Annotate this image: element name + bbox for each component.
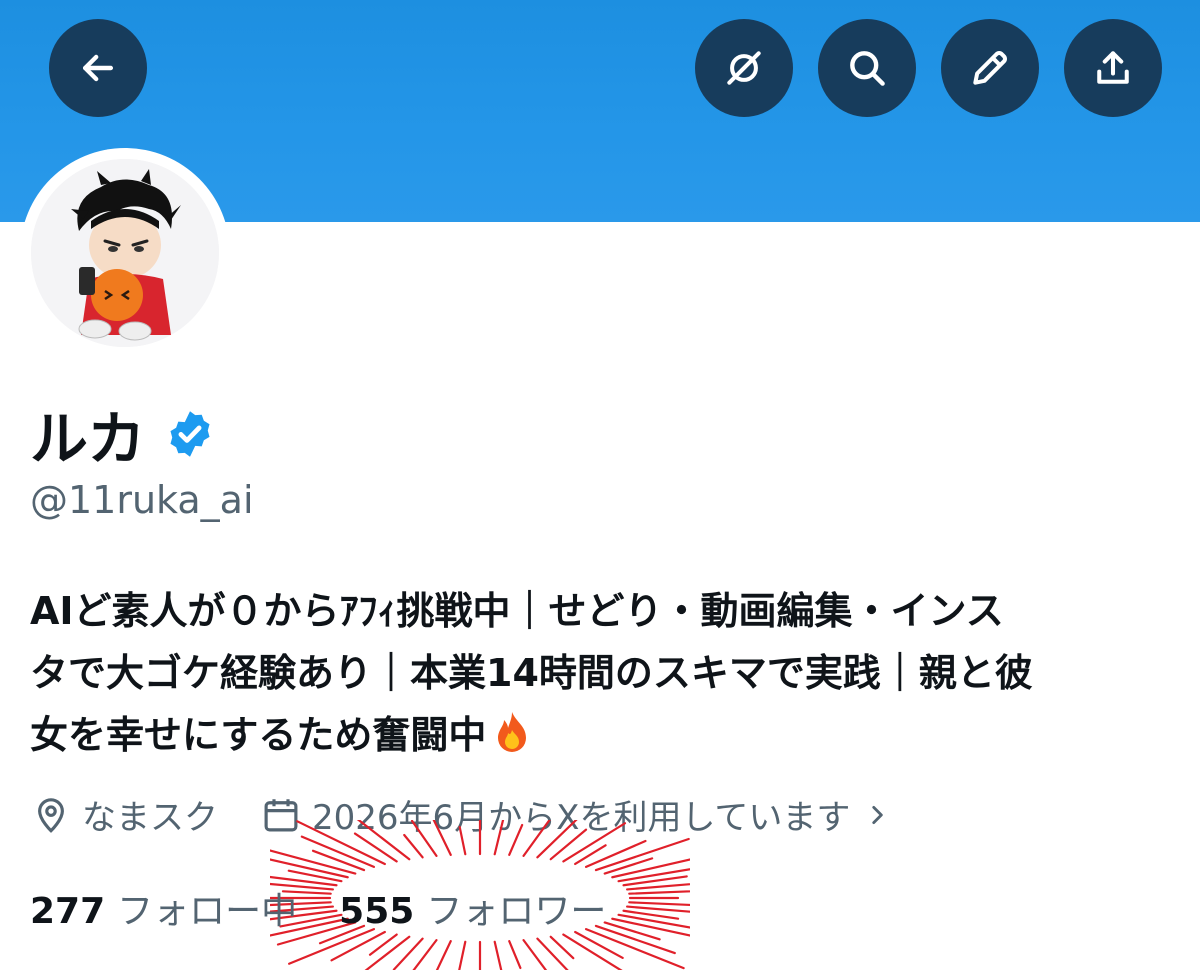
search-button[interactable]: [818, 19, 916, 117]
bio-line-text: 女を幸せにするため奮闘中: [30, 713, 487, 757]
burst-line: [622, 909, 680, 920]
burst-line: [300, 835, 376, 868]
burst-line: [458, 940, 467, 970]
profile-handle: @11ruka_ai: [30, 478, 254, 522]
grok-icon: [727, 51, 761, 85]
grok-button[interactable]: [695, 19, 793, 117]
joined-text: 2026年6月からXを利用しています: [312, 798, 851, 838]
burst-line: [584, 839, 647, 868]
bio-line: AIど素人が０からｱﾌｨ挑戦中｜せどり・動画編集・インス: [30, 589, 1004, 633]
burst-line: [287, 869, 343, 883]
burst-line: [270, 858, 349, 879]
followers-count: 555: [339, 891, 415, 932]
burst-line: [584, 928, 685, 970]
burst-line: [594, 837, 690, 872]
burst-line: [611, 858, 690, 879]
burst-line: [617, 913, 690, 929]
profile-bio: AIど素人が０からｱﾌｨ挑戦中｜せどり・動画編集・インス タで大ゴケ経験あり｜本…: [30, 580, 1180, 766]
profile-name-row: ルカ: [30, 392, 216, 476]
edit-button[interactable]: [941, 19, 1039, 117]
burst-line: [364, 935, 411, 970]
pencil-icon: [973, 51, 1007, 85]
following-link[interactable]: 277 フォロー中: [30, 882, 297, 934]
chevron-right-icon: [872, 805, 884, 824]
followers-link[interactable]: 555 フォロワー: [339, 882, 606, 934]
burst-line: [368, 933, 398, 956]
burst-line: [626, 905, 690, 913]
back-button[interactable]: [49, 19, 147, 117]
bio-line: タで大ゴケ経験あり｜本業14時間のスキマで実践｜親と彼: [30, 651, 1033, 695]
burst-line: [574, 844, 607, 866]
profile-meta: なまスク 2026年6月からXを利用しています: [30, 790, 900, 839]
burst-line: [536, 937, 569, 970]
burst-line: [392, 937, 424, 970]
burst-line: [330, 930, 386, 962]
location: なまスク: [30, 790, 218, 839]
burst-line: [549, 935, 575, 960]
share-icon: [1097, 51, 1129, 84]
following-label: フォロー中: [117, 891, 298, 932]
share-button[interactable]: [1064, 19, 1162, 117]
profile-avatar[interactable]: [20, 148, 230, 358]
burst-line: [435, 940, 452, 970]
burst-line: [617, 868, 690, 883]
burst-line: [603, 857, 654, 875]
bio-line-last: 女を幸せにするため奮闘中: [30, 704, 1180, 766]
burst-line: [594, 924, 676, 955]
burst-line: [611, 917, 690, 937]
followers-label: フォロワー: [426, 891, 607, 932]
burst-line: [287, 928, 376, 965]
burst-line: [628, 890, 690, 895]
burst-line: [412, 939, 438, 970]
joined-date[interactable]: 2026年6月からXを利用しています: [260, 790, 900, 839]
calendar-icon: [264, 798, 298, 831]
avatar-image: [31, 159, 219, 347]
burst-line: [562, 933, 623, 970]
location-text: なまスク: [82, 798, 218, 838]
profile-stats: 277 フォロー中 555 フォロワー: [30, 882, 606, 934]
back-arrow-icon: [82, 54, 114, 82]
burst-line: [522, 939, 548, 970]
verified-badge-icon[interactable]: [164, 408, 216, 460]
burst-line: [622, 875, 688, 887]
burst-line: [493, 940, 503, 970]
burst-line: [270, 849, 357, 875]
profile-name: ルカ: [30, 405, 147, 473]
burst-line: [626, 883, 690, 891]
location-pin-icon: [38, 797, 64, 833]
search-icon: [850, 51, 885, 86]
following-count: 277: [30, 891, 106, 932]
burst-line: [574, 930, 624, 960]
burst-line: [508, 940, 522, 970]
fire-emoji-icon: [498, 712, 527, 752]
burst-line: [311, 849, 366, 872]
burst-line: [603, 921, 661, 941]
burst-line: [628, 901, 690, 907]
